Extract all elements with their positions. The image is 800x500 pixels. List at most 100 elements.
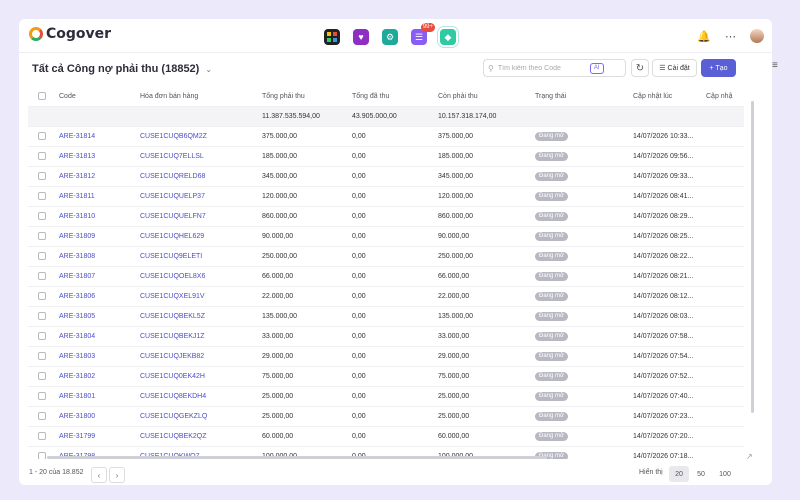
code-cell[interactable]: ARE-31807 xyxy=(59,267,139,287)
row-checkbox[interactable] xyxy=(38,207,48,227)
invoice-cell[interactable]: CUSE1CUQ7ELLSL xyxy=(140,147,260,167)
page-size-20[interactable]: 20 xyxy=(669,466,689,482)
code-cell[interactable]: ARE-31812 xyxy=(59,167,139,187)
grid-apps-icon[interactable] xyxy=(324,29,340,45)
invoice-cell[interactable]: CUSE1CUQB6QM2Z xyxy=(140,127,260,147)
row-checkbox[interactable] xyxy=(38,147,48,167)
invoice-cell[interactable]: CUSE1CUQGEKZLQ xyxy=(140,407,260,427)
table-row[interactable]: ARE-31804 CUSE1CUQBEKJ1Z 33.000,00 0,00 33.0… xyxy=(28,327,744,347)
row-checkbox[interactable] xyxy=(38,227,48,247)
row-checkbox[interactable] xyxy=(38,187,48,207)
invoice-cell[interactable]: CUSE1CUQBEKJ1Z xyxy=(140,327,260,347)
code-cell[interactable]: ARE-31808 xyxy=(59,247,139,267)
invoice-cell[interactable]: CUSE1CUQJEKB82 xyxy=(140,347,260,367)
table-row[interactable]: ARE-31808 CUSE1CUQ9ELETI 250.000,00 0,00 250… xyxy=(28,247,744,267)
code-cell[interactable]: ARE-31801 xyxy=(59,387,139,407)
invoice-cell[interactable]: CUSE1CUQOEL8X6 xyxy=(140,267,260,287)
invoice-cell[interactable]: CUSE1CUQHEL629 xyxy=(140,227,260,247)
code-cell[interactable]: ARE-31802 xyxy=(59,367,139,387)
chat-icon[interactable]: ☰ 99+ xyxy=(411,23,435,45)
avatar[interactable] xyxy=(750,29,764,43)
column-header[interactable]: Cập nhậ xyxy=(706,87,744,107)
table-row[interactable]: ARE-31806 CUSE1CUQXEL91V 22.000,00 0,00 22.0… xyxy=(28,287,744,307)
table-row[interactable]: ARE-31801 CUSE1CUQ8EKDH4 25.000,00 0,00 25.0… xyxy=(28,387,744,407)
table-row[interactable]: ARE-31799 CUSE1CUQBEK2QZ 60.000,00 0,00 60.0… xyxy=(28,427,744,447)
row-checkbox[interactable] xyxy=(38,367,48,387)
settings-button[interactable]: ☰ Cài đặt xyxy=(652,59,697,77)
chevron-down-icon[interactable]: ⌄ xyxy=(205,65,212,74)
table-row[interactable]: ARE-31807 CUSE1CUQOEL8X6 66.000,00 0,00 66.0… xyxy=(28,267,744,287)
row-checkbox[interactable] xyxy=(38,387,48,407)
table-row[interactable]: ARE-31802 CUSE1CUQ0EK42H 75.000,00 0,00 75.0… xyxy=(28,367,744,387)
row-checkbox[interactable] xyxy=(38,427,48,447)
code-cell[interactable]: ARE-31799 xyxy=(59,427,139,447)
table-row[interactable]: ARE-31805 CUSE1CUQBEKL5Z 135.000,00 0,00 135… xyxy=(28,307,744,327)
page-title[interactable]: Tất cả Công nợ phải thu (18852) xyxy=(32,63,199,75)
diamond-icon[interactable]: ◆ xyxy=(440,29,456,45)
column-header[interactable]: Còn phải thu xyxy=(438,87,534,107)
invoice-cell[interactable]: CUSE1CUQBEKL5Z xyxy=(140,307,260,327)
invoice-cell[interactable]: CUSE1CUQBEK2QZ xyxy=(140,427,260,447)
table-row[interactable]: ARE-31812 CUSE1CUQRELD68 345.000,00 0,00 345… xyxy=(28,167,744,187)
resize-icon[interactable]: ↗ xyxy=(746,452,753,461)
code-cell[interactable]: ARE-31810 xyxy=(59,207,139,227)
filter-panel-icon[interactable]: ≡ xyxy=(772,60,778,71)
table-row[interactable]: ARE-31810 CUSE1CUQUELFN7 860.000,00 0,00 860… xyxy=(28,207,744,227)
row-checkbox[interactable] xyxy=(38,327,48,347)
invoice-cell[interactable]: CUSE1CUQRELD68 xyxy=(140,167,260,187)
vertical-scrollbar[interactable] xyxy=(751,101,754,413)
invoice-cell[interactable]: CUSE1CUQ0EK42H xyxy=(140,367,260,387)
table-row[interactable]: ARE-31813 CUSE1CUQ7ELLSL 185.000,00 0,00 185… xyxy=(28,147,744,167)
settings-icon[interactable]: ⚙ xyxy=(382,29,398,45)
book-icon[interactable]: ♥ xyxy=(353,29,369,45)
column-header[interactable]: Hóa đơn bán hàng xyxy=(140,87,260,107)
create-button[interactable]: + Tạo xyxy=(701,59,736,77)
code-cell[interactable]: ARE-31806 xyxy=(59,287,139,307)
table-row[interactable]: ARE-31814 CUSE1CUQB6QM2Z 375.000,00 0,00 375… xyxy=(28,127,744,147)
row-checkbox[interactable] xyxy=(38,407,48,427)
prev-page-button[interactable]: ‹ xyxy=(91,467,107,483)
invoice-cell[interactable]: CUSE1CUQUELFN7 xyxy=(140,207,260,227)
select-all-checkbox[interactable] xyxy=(38,87,48,107)
table-row[interactable]: ARE-31809 CUSE1CUQHEL629 90.000,00 0,00 90.0… xyxy=(28,227,744,247)
column-header[interactable]: Tổng đã thu xyxy=(352,87,436,107)
refresh-button[interactable]: ↻ xyxy=(631,59,649,77)
ai-button[interactable]: AI xyxy=(589,62,604,74)
page-size-50[interactable]: 50 xyxy=(691,466,711,482)
row-checkbox[interactable] xyxy=(38,287,48,307)
invoice-cell[interactable]: CUSE1CUQXEL91V xyxy=(140,287,260,307)
row-checkbox[interactable] xyxy=(38,267,48,287)
column-header[interactable]: Trạng thái xyxy=(535,87,631,107)
code-cell[interactable]: ARE-31800 xyxy=(59,407,139,427)
code-cell[interactable]: ARE-31811 xyxy=(59,187,139,207)
table-row[interactable]: ARE-31803 CUSE1CUQJEKB82 29.000,00 0,00 29.0… xyxy=(28,347,744,367)
notification-badge: 99+ xyxy=(420,23,435,32)
code-cell[interactable]: ARE-31814 xyxy=(59,127,139,147)
code-cell[interactable]: ARE-31803 xyxy=(59,347,139,367)
invoice-cell[interactable]: CUSE1CUQ8EKDH4 xyxy=(140,387,260,407)
invoice-cell[interactable]: CUSE1CUQ9ELETI xyxy=(140,247,260,267)
bell-icon[interactable]: 🔔 xyxy=(697,30,711,43)
page-size-100[interactable]: 100 xyxy=(713,466,737,482)
row-checkbox[interactable] xyxy=(38,347,48,367)
column-header[interactable]: Code xyxy=(59,87,139,107)
logo[interactable]: Cogover xyxy=(29,26,111,42)
next-page-button[interactable]: › xyxy=(109,467,125,483)
invoice-cell[interactable]: CUSE1CUQUELP37 xyxy=(140,187,260,207)
column-header[interactable]: Cập nhật lúc xyxy=(633,87,705,107)
row-checkbox[interactable] xyxy=(38,247,48,267)
code-cell[interactable]: ARE-31813 xyxy=(59,147,139,167)
table-row[interactable]: ARE-31811 CUSE1CUQUELP37 120.000,00 0,00 120… xyxy=(28,187,744,207)
search-input[interactable] xyxy=(497,64,586,72)
apps-grid-icon[interactable]: ⋯ xyxy=(725,30,736,43)
row-checkbox[interactable] xyxy=(38,307,48,327)
code-cell[interactable]: ARE-31804 xyxy=(59,327,139,347)
row-checkbox[interactable] xyxy=(38,167,48,187)
row-checkbox[interactable] xyxy=(38,127,48,147)
column-header[interactable]: Tổng phải thu xyxy=(262,87,350,107)
horizontal-scrollbar[interactable] xyxy=(47,456,547,459)
code-cell[interactable]: ARE-31805 xyxy=(59,307,139,327)
status-badge: Đang mở xyxy=(535,171,568,181)
table-row[interactable]: ARE-31800 CUSE1CUQGEKZLQ 25.000,00 0,00 25.0… xyxy=(28,407,744,427)
code-cell[interactable]: ARE-31809 xyxy=(59,227,139,247)
